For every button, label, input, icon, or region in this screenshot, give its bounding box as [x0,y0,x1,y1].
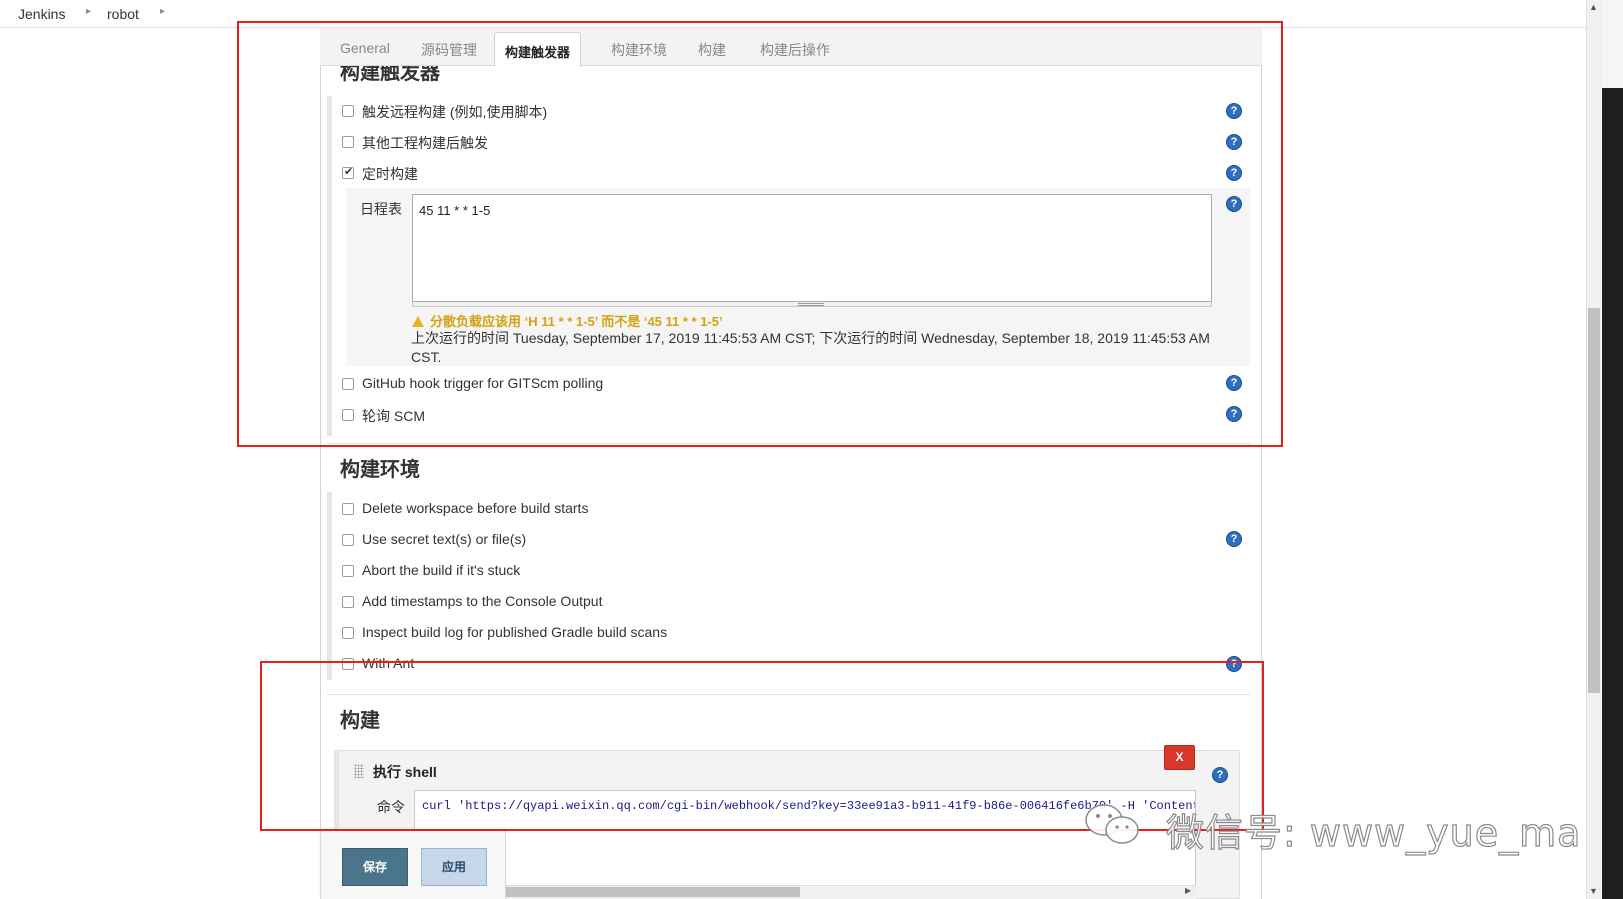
help-icon[interactable]: ? [1212,767,1228,783]
resize-grip-icon[interactable] [798,303,824,306]
tab-build[interactable]: 构建 [698,40,726,60]
scroll-right-icon[interactable]: ▶ [1185,886,1191,895]
checkbox-checked[interactable] [342,165,354,179]
tab-build-environment[interactable]: 构建环境 [611,40,667,60]
checkbox[interactable] [342,409,354,421]
command-label: 命令 [377,799,405,815]
schedule-label: 日程表 [360,201,402,217]
build-step-title: 执行 shell [373,764,437,780]
right-side-dark-panel [1602,88,1623,899]
chevron-right-icon[interactable]: ▸ [86,6,91,17]
breadcrumb-robot[interactable]: robot [107,6,139,22]
help-icon[interactable]: ? [1226,196,1242,212]
help-icon[interactable]: ? [1226,531,1242,547]
checkbox[interactable] [342,565,354,577]
scroll-down-icon[interactable]: ▼ [1589,886,1598,896]
tab-post-build[interactable]: 构建后操作 [760,40,830,60]
checkbox[interactable] [342,105,354,117]
help-icon[interactable]: ? [1226,165,1242,181]
command-input[interactable]: curl 'https://qyapi.weixin.qq.com/cgi-bi… [414,790,1196,899]
page-scrollbar-thumb[interactable] [1588,308,1600,693]
config-tab-bar: General 源码管理 构建触发器 构建环境 构建 构建后操作 [320,28,1262,67]
schedule-input[interactable]: 45 11 * * 1-5 [412,194,1212,302]
option-label: Abort the build if it's stuck [362,562,521,578]
warning-icon [412,316,424,327]
section-title-build: 构建 [340,710,380,732]
checkbox[interactable] [342,503,354,515]
command-scrollbar-thumb[interactable] [500,887,800,897]
save-button[interactable]: 保存 [342,848,408,886]
option-label: Inspect build log for published Gradle b… [362,624,668,640]
breadcrumb: Jenkins ▸ robot ▸ [0,0,1586,28]
schedule-warning: 分散负载应该用 ‘H 11 * * 1-5’ 而不是 ‘45 11 * * 1-… [412,311,723,330]
help-icon[interactable]: ? [1226,656,1242,672]
delete-step-button[interactable]: X [1164,745,1195,770]
schedule-run-info: 上次运行的时间 Tuesday, September 17, 2019 11:4… [411,330,1210,365]
tab-general[interactable]: General [340,40,390,56]
checkbox[interactable] [342,378,354,390]
help-icon[interactable]: ? [1226,375,1242,391]
checkbox[interactable] [342,596,354,608]
checkbox[interactable] [342,658,354,670]
checkbox[interactable] [342,534,354,546]
section-divider [327,443,1250,444]
scroll-up-icon[interactable]: ▲ [1589,2,1598,12]
chevron-right-icon[interactable]: ▸ [160,6,165,17]
section-divider [327,694,1250,695]
option-label: 其他工程构建后触发 [362,135,488,151]
drag-handle-icon[interactable] [354,764,364,778]
option-label: 触发远程构建 (例如,使用脚本) [362,104,548,120]
option-label: 定时构建 [362,166,418,182]
tab-scm[interactable]: 源码管理 [421,40,477,60]
option-label: Use secret text(s) or file(s) [362,531,527,547]
help-icon[interactable]: ? [1226,103,1242,119]
command-text: curl 'https://qyapi.weixin.qq.com/cgi-bi… [422,799,1196,813]
help-icon[interactable]: ? [1226,134,1242,150]
option-label: With Ant [362,655,415,671]
help-icon[interactable]: ? [1226,406,1242,422]
tab-build-triggers[interactable]: 构建触发器 [494,32,582,67]
apply-button[interactable]: 应用 [421,848,487,886]
option-label: GitHub hook trigger for GITScm polling [362,375,604,391]
checkbox[interactable] [342,627,354,639]
section-title-build-env: 构建环境 [340,459,420,481]
section-indent-bar [327,492,332,680]
option-label: 轮询 SCM [362,408,425,424]
checkbox[interactable] [342,136,354,148]
breadcrumb-jenkins[interactable]: Jenkins [18,6,65,22]
option-label: Add timestamps to the Console Output [362,593,603,609]
warning-text: 分散负载应该用 ‘H 11 * * 1-5’ 而不是 ‘45 11 * * 1-… [430,314,723,329]
option-label: Delete workspace before build starts [362,500,589,516]
section-indent-bar [327,96,332,436]
